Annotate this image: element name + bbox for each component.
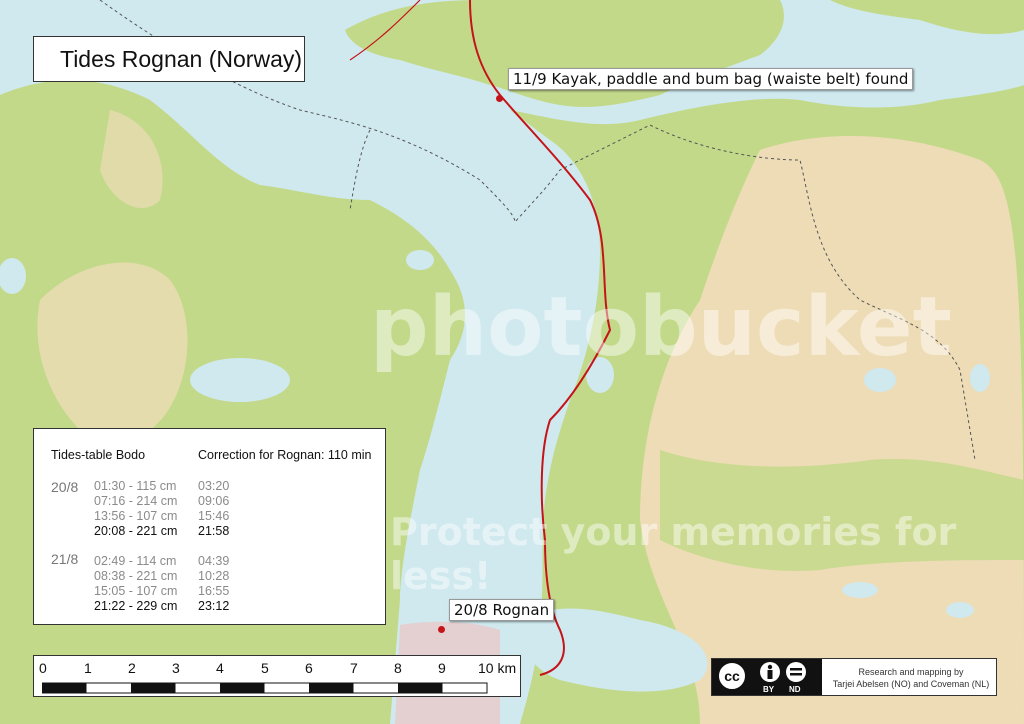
tide-entry: 15:05 - 107 cm: [94, 584, 178, 598]
day-date: 20/8: [51, 479, 79, 495]
map-title-box: Tides Rognan (Norway): [33, 36, 305, 82]
scale-label-2: 2: [128, 660, 136, 676]
corrected-time: 03:20: [198, 479, 230, 493]
lake: [970, 364, 990, 392]
corrected-time: 09:06: [198, 494, 230, 508]
tide-entry: 21:22 - 229 cm: [94, 599, 178, 613]
corrected-time: 21:58: [198, 524, 230, 538]
tide-entry: 08:38 - 221 cm: [94, 569, 178, 583]
corrected-time: 16:55: [198, 584, 230, 598]
scale-label-4: 4: [216, 660, 224, 676]
tides-header-right: Correction for Rognan: 110 min: [198, 448, 372, 462]
tide-entry: 02:49 - 114 cm: [94, 554, 177, 568]
scale-label-1: 1: [84, 660, 92, 676]
lake: [190, 358, 290, 402]
scale-bar: 0 1 2 3 4 5 6 7 8 9 10 km: [33, 655, 521, 697]
scale-label-7: 7: [350, 660, 358, 676]
lake: [946, 602, 974, 618]
rognan-label: 20/8 Rognan: [449, 599, 555, 621]
scale-label-6: 6: [305, 660, 313, 676]
scale-label-10: 10 km: [478, 660, 517, 676]
credit-line-2: Tarjei Abelsen (NO) and Coveman (NL): [832, 679, 990, 689]
kayak-found-label: 11/9 Kayak, paddle and bum bag (waiste b…: [508, 68, 914, 90]
tides-table: Tides-table Bodo Correction for Rognan: …: [33, 428, 386, 625]
scale-label-3: 3: [172, 660, 180, 676]
corrected-time: 23:12: [198, 599, 230, 613]
credit-box: cc BY ND Research and mapping by Tarjei …: [711, 658, 997, 696]
corrected-time: 04:39: [198, 554, 230, 568]
scale-bar-graphic: [42, 682, 488, 694]
scale-label-9: 9: [438, 660, 446, 676]
tide-entry: 20:08 - 221 cm: [94, 524, 178, 538]
rognan-location-pin: [438, 626, 445, 633]
scale-label-5: 5: [261, 660, 269, 676]
watermark-sub: Protect your memories for less!: [390, 510, 957, 598]
credit-line-1: Research and mapping by: [858, 667, 964, 677]
scale-label-8: 8: [394, 660, 402, 676]
credit-text: Research and mapping by Tarjei Abelsen (…: [828, 666, 994, 690]
watermark-main: photobucket: [370, 280, 952, 375]
day-date: 21/8: [51, 551, 79, 567]
tide-entry: 01:30 - 115 cm: [94, 479, 177, 493]
corrected-time: 15:46: [198, 509, 230, 523]
svg-text:cc: cc: [724, 668, 740, 684]
map-title: Tides Rognan (Norway): [60, 46, 303, 72]
cc-nd-label: ND: [789, 685, 801, 694]
lake: [406, 250, 434, 270]
tides-header-left: Tides-table Bodo: [51, 448, 146, 462]
cc-by-label: BY: [763, 685, 775, 694]
corrected-time: 10:28: [198, 569, 230, 583]
kayak-location-pin: [496, 95, 503, 102]
tide-entry: 07:16 - 214 cm: [94, 494, 178, 508]
scale-label-0: 0: [39, 660, 47, 676]
tide-entry: 13:56 - 107 cm: [94, 509, 178, 523]
